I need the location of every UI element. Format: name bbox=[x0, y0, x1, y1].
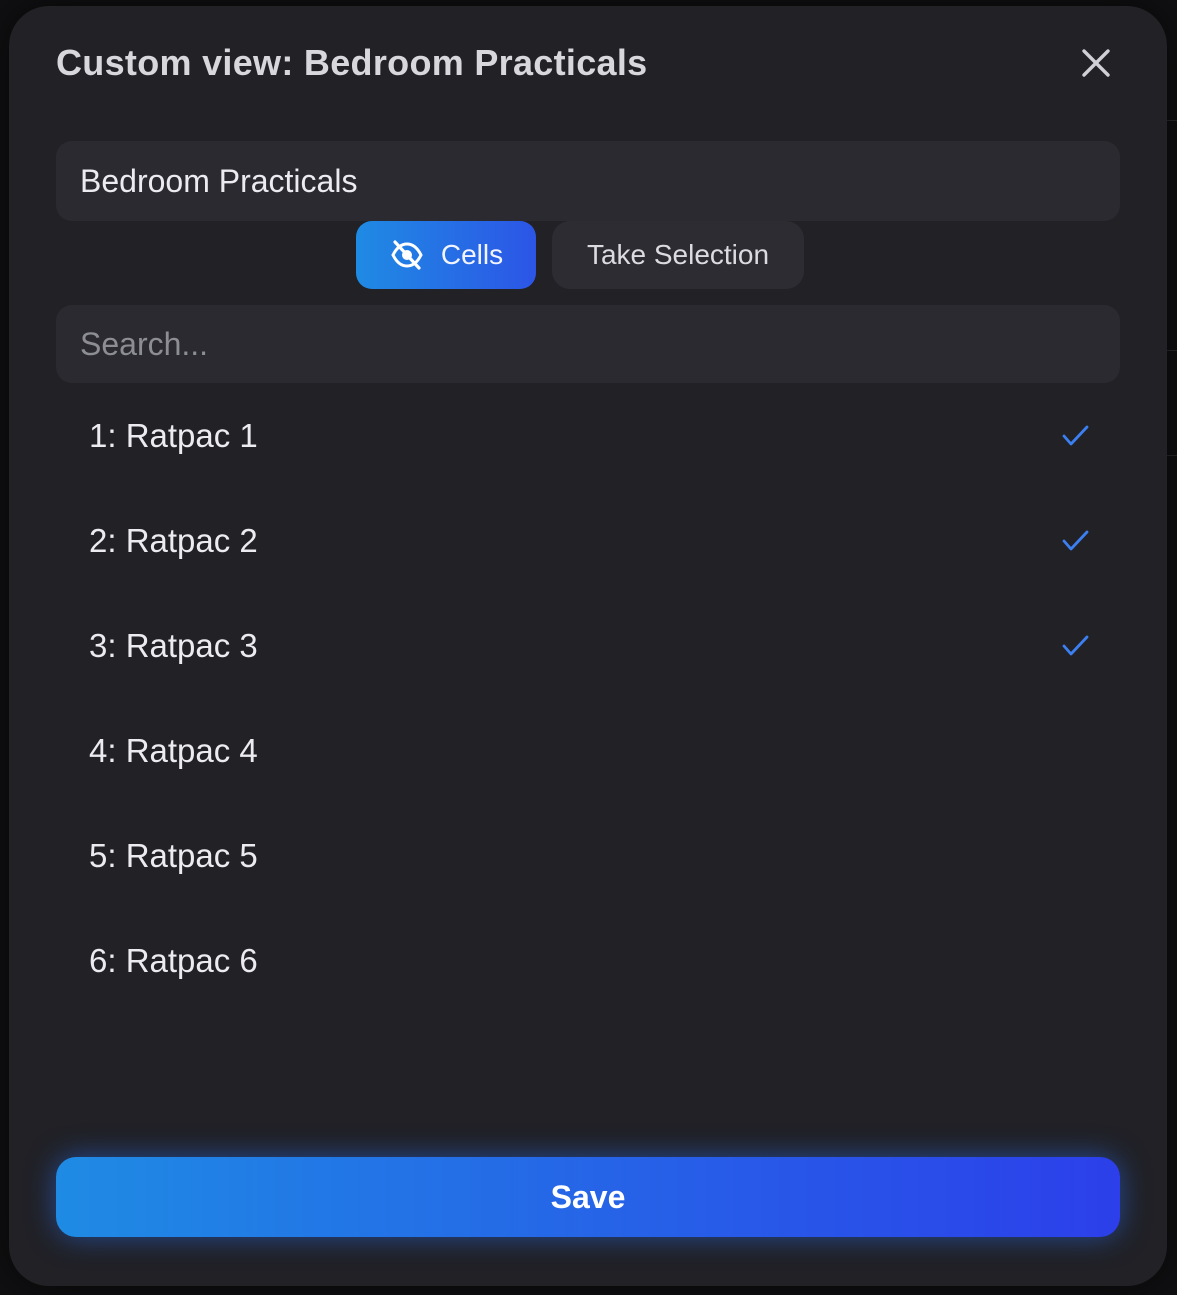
search-input[interactable] bbox=[56, 305, 1120, 383]
list-item-label: 2: Ratpac 2 bbox=[89, 521, 258, 559]
cells-button[interactable]: Cells bbox=[356, 221, 536, 289]
check-icon bbox=[1062, 530, 1089, 550]
list-item[interactable]: 6: Ratpac 6 bbox=[56, 908, 1120, 1013]
list-item-label: 1: Ratpac 1 bbox=[89, 416, 258, 454]
list-item[interactable]: 5: Ratpac 5 bbox=[56, 803, 1120, 908]
take-selection-button[interactable]: Take Selection bbox=[552, 221, 804, 289]
eye-off-icon bbox=[391, 240, 423, 270]
check-icon bbox=[1062, 635, 1089, 655]
list-item[interactable]: 3: Ratpac 3 bbox=[56, 593, 1120, 698]
dialog-title: Custom view: Bedroom Practicals bbox=[56, 42, 648, 83]
check-icon bbox=[1062, 425, 1089, 445]
take-selection-label: Take Selection bbox=[586, 239, 770, 270]
close-icon bbox=[1082, 49, 1110, 77]
save-button[interactable]: Save bbox=[56, 1157, 1120, 1237]
cell-list: 1: Ratpac 1 2: Ratpac 2 3: Ratpac 3 4: R… bbox=[56, 383, 1120, 1013]
cells-label: Cells bbox=[440, 239, 504, 270]
view-name-input[interactable] bbox=[56, 141, 1120, 221]
custom-view-dialog: Custom view: Bedroom Practicals Cells Ta… bbox=[9, 6, 1167, 1286]
close-button[interactable] bbox=[1075, 42, 1117, 84]
list-item-label: 3: Ratpac 3 bbox=[89, 626, 258, 664]
list-item-label: 5: Ratpac 5 bbox=[89, 836, 258, 874]
list-item[interactable]: 2: Ratpac 2 bbox=[56, 488, 1120, 593]
list-item-label: 4: Ratpac 4 bbox=[89, 731, 258, 769]
list-item-label: 6: Ratpac 6 bbox=[89, 941, 258, 979]
list-item[interactable]: 4: Ratpac 4 bbox=[56, 698, 1120, 803]
list-item[interactable]: 1: Ratpac 1 bbox=[56, 383, 1120, 488]
